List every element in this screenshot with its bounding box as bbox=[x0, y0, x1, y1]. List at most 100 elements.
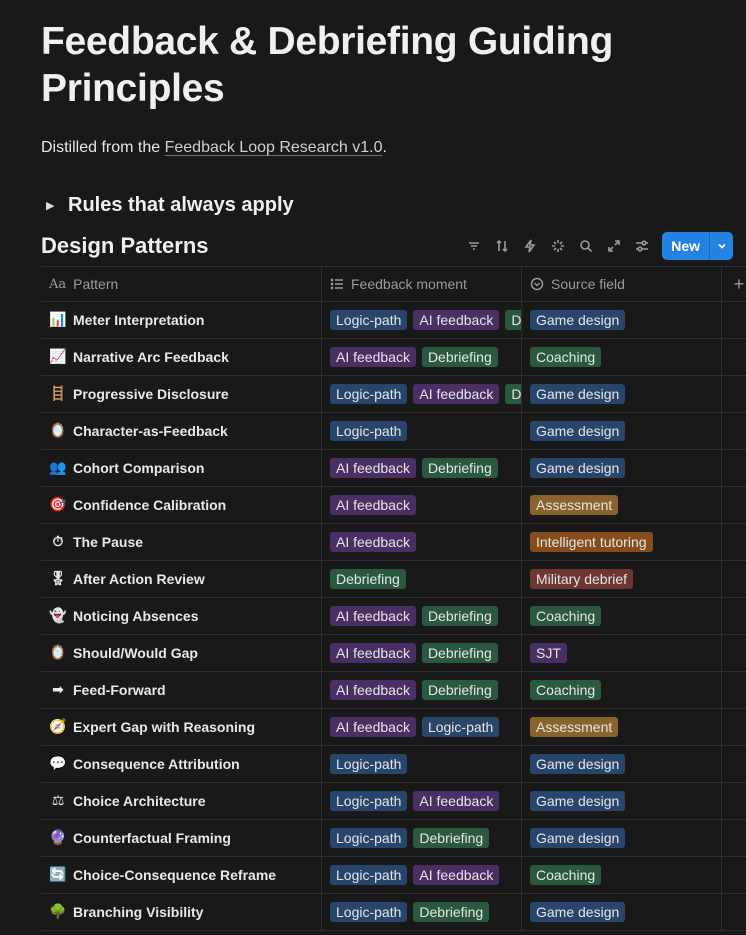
feedback-moment-cell[interactable]: Logic-path AI feedback bbox=[321, 857, 521, 893]
source-field-cell[interactable]: Coaching bbox=[521, 672, 721, 708]
toggle-triangle-icon[interactable]: ▶ bbox=[46, 199, 60, 212]
table-row[interactable]: ⏱ The Pause AI feedback Intelligent tutorin… bbox=[41, 524, 746, 561]
feedback-moment-cell[interactable]: AI feedback Debriefing bbox=[321, 672, 521, 708]
column-header-source-field[interactable]: Source field bbox=[521, 267, 721, 301]
feedback-moment-cell[interactable]: Logic-path bbox=[321, 413, 521, 449]
table-row[interactable]: 🪞 Should/Would Gap AI feedback Debriefing SJ… bbox=[41, 635, 746, 672]
table-row[interactable]: 🔄 Choice-Consequence Reframe Logic-path AI … bbox=[41, 857, 746, 894]
tag-logic-path: Logic-path bbox=[330, 754, 408, 774]
filter-icon[interactable] bbox=[460, 232, 488, 260]
pattern-cell[interactable]: 👥 Cohort Comparison bbox=[41, 450, 321, 486]
tag-logic-path: Logic-path bbox=[330, 828, 408, 848]
table-row[interactable]: 🔮 Counterfactual Framing Logic-path Debrief… bbox=[41, 820, 746, 857]
table-row[interactable]: 👥 Cohort Comparison AI feedback Debriefing G… bbox=[41, 450, 746, 487]
pattern-name: Choice-Consequence Reframe bbox=[73, 867, 277, 883]
expand-icon[interactable] bbox=[600, 232, 628, 260]
feedback-moment-cell[interactable]: Logic-path Debriefing bbox=[321, 894, 521, 930]
table-row[interactable]: 🎖 After Action Review Debriefing Military d… bbox=[41, 561, 746, 598]
search-icon[interactable] bbox=[572, 232, 600, 260]
source-field-cell[interactable]: Assessment bbox=[521, 709, 721, 745]
feedback-moment-cell[interactable]: AI feedback Logic-path bbox=[321, 709, 521, 745]
new-button[interactable]: New bbox=[662, 232, 709, 260]
empty-cell bbox=[721, 598, 746, 634]
source-field-cell[interactable]: Coaching bbox=[521, 598, 721, 634]
empty-cell bbox=[721, 339, 746, 375]
automation-icon[interactable] bbox=[516, 232, 544, 260]
tag-game-design: Game design bbox=[530, 310, 626, 330]
tag-debriefing: Debriefing bbox=[421, 458, 498, 478]
database-title[interactable]: Design Patterns bbox=[41, 233, 209, 259]
database-toolbar: New bbox=[460, 232, 733, 260]
column-header-feedback-moment[interactable]: Feedback moment bbox=[321, 267, 521, 301]
table-row[interactable]: 🌳 Branching Visibility Logic-path Debriefin… bbox=[41, 894, 746, 931]
pattern-cell[interactable]: 🎖 After Action Review bbox=[41, 561, 321, 597]
feedback-moment-cell[interactable]: AI feedback bbox=[321, 487, 521, 523]
page-emoji-icon: ⏱ bbox=[52, 534, 64, 550]
feedback-moment-cell[interactable]: Logic-path AI feedback bbox=[321, 783, 521, 819]
table-row[interactable]: ⚖ Choice Architecture Logic-path AI feedbac… bbox=[41, 783, 746, 820]
table-row[interactable]: 👻 Noticing Absences AI feedback Debriefing C… bbox=[41, 598, 746, 635]
page-emoji-icon: 📊 bbox=[49, 312, 67, 328]
pattern-name: Expert Gap with Reasoning bbox=[73, 719, 256, 735]
pattern-cell[interactable]: 🎯 Confidence Calibration bbox=[41, 487, 321, 523]
pattern-cell[interactable]: 🔄 Choice-Consequence Reframe bbox=[41, 857, 321, 893]
source-field-cell[interactable]: Assessment bbox=[521, 487, 721, 523]
source-field-cell[interactable]: Game design bbox=[521, 894, 721, 930]
feedback-moment-cell[interactable]: AI feedback Debriefing bbox=[321, 450, 521, 486]
feedback-moment-cell[interactable]: Logic-pathAI feedback Debriefing bbox=[321, 302, 521, 338]
add-property-icon[interactable]: + bbox=[721, 267, 746, 301]
source-field-cell[interactable]: SJT bbox=[521, 635, 721, 671]
table-row[interactable]: 🎯 Confidence Calibration AI feedback Assess… bbox=[41, 487, 746, 524]
ai-sparkle-icon[interactable] bbox=[544, 232, 572, 260]
table-row[interactable]: 💬 Consequence Attribution Logic-path Game d… bbox=[41, 746, 746, 783]
empty-cell bbox=[721, 413, 746, 449]
feedback-moment-cell[interactable]: Logic-pathAI feedback Debriefing bbox=[321, 376, 521, 412]
source-field-cell[interactable]: Game design bbox=[521, 783, 721, 819]
table-row[interactable]: 📈 Narrative Arc Feedback AI feedback Debrie… bbox=[41, 339, 746, 376]
table-row[interactable]: ➡ Feed-Forward AI feedback Debriefing Coachi… bbox=[41, 672, 746, 709]
source-field-cell[interactable]: Coaching bbox=[521, 857, 721, 893]
new-dropdown-button[interactable] bbox=[709, 232, 733, 260]
feedback-moment-cell[interactable]: AI feedback bbox=[321, 524, 521, 560]
pattern-cell[interactable]: 🪜 Progressive Disclosure bbox=[41, 376, 321, 412]
source-field-cell[interactable]: Intelligent tutoring bbox=[521, 524, 721, 560]
research-link[interactable]: Feedback Loop Research v1.0 bbox=[165, 139, 383, 156]
source-field-cell[interactable]: Game design bbox=[521, 820, 721, 856]
column-header-pattern[interactable]: Aa Pattern bbox=[41, 267, 321, 301]
source-field-cell[interactable]: Game design bbox=[521, 376, 721, 412]
table-row[interactable]: 🪞 Character-as-Feedback Logic-path Game des… bbox=[41, 413, 746, 450]
source-field-cell[interactable]: Game design bbox=[521, 413, 721, 449]
intro-suffix: . bbox=[382, 139, 387, 156]
pattern-cell[interactable]: 🪞 Should/Would Gap bbox=[41, 635, 321, 671]
empty-cell bbox=[721, 487, 746, 523]
settings-icon[interactable] bbox=[628, 232, 656, 260]
feedback-moment-cell[interactable]: Debriefing bbox=[321, 561, 521, 597]
table-row[interactable]: 📊 Meter Interpretation Logic-path AI feedba… bbox=[41, 302, 746, 339]
pattern-cell[interactable]: 🔮 Counterfactual Framing bbox=[41, 820, 321, 856]
sort-icon[interactable] bbox=[488, 232, 516, 260]
pattern-cell[interactable]: 📈 Narrative Arc Feedback bbox=[41, 339, 321, 375]
pattern-cell[interactable]: 🌳 Branching Visibility bbox=[41, 894, 321, 930]
feedback-moment-cell[interactable]: AI feedback Debriefing bbox=[321, 635, 521, 671]
pattern-cell[interactable]: ⚖ Choice Architecture bbox=[41, 783, 321, 819]
feedback-moment-cell[interactable]: Logic-path bbox=[321, 746, 521, 782]
source-field-cell[interactable]: Coaching bbox=[521, 339, 721, 375]
pattern-cell[interactable]: 👻 Noticing Absences bbox=[41, 598, 321, 634]
pattern-cell[interactable]: 📊 Meter Interpretation bbox=[41, 302, 321, 338]
pattern-cell[interactable]: 🪞 Character-as-Feedback bbox=[41, 413, 321, 449]
pattern-cell[interactable]: 🧭 Expert Gap with Reasoning bbox=[41, 709, 321, 745]
feedback-moment-cell[interactable]: AI feedback Debriefing bbox=[321, 339, 521, 375]
source-field-cell[interactable]: Game design bbox=[521, 450, 721, 486]
rules-toggle[interactable]: ▶ Rules that always apply bbox=[46, 194, 294, 217]
tag-logic-path: Logic-path bbox=[330, 902, 408, 922]
source-field-cell[interactable]: Game design bbox=[521, 302, 721, 338]
source-field-cell[interactable]: Military debrief bbox=[521, 561, 721, 597]
source-field-cell[interactable]: Game design bbox=[521, 746, 721, 782]
table-row[interactable]: 🧭 Expert Gap with Reasoning AI feedback Log… bbox=[41, 709, 746, 746]
pattern-cell[interactable]: ⏱ The Pause bbox=[41, 524, 321, 560]
feedback-moment-cell[interactable]: Logic-path Debriefing bbox=[321, 820, 521, 856]
table-row[interactable]: 🪜 Progressive Disclosure Logic-path AI feed… bbox=[41, 376, 746, 413]
pattern-cell[interactable]: 💬 Consequence Attribution bbox=[41, 746, 321, 782]
pattern-cell[interactable]: ➡ Feed-Forward bbox=[41, 672, 321, 708]
feedback-moment-cell[interactable]: AI feedback Debriefing bbox=[321, 598, 521, 634]
